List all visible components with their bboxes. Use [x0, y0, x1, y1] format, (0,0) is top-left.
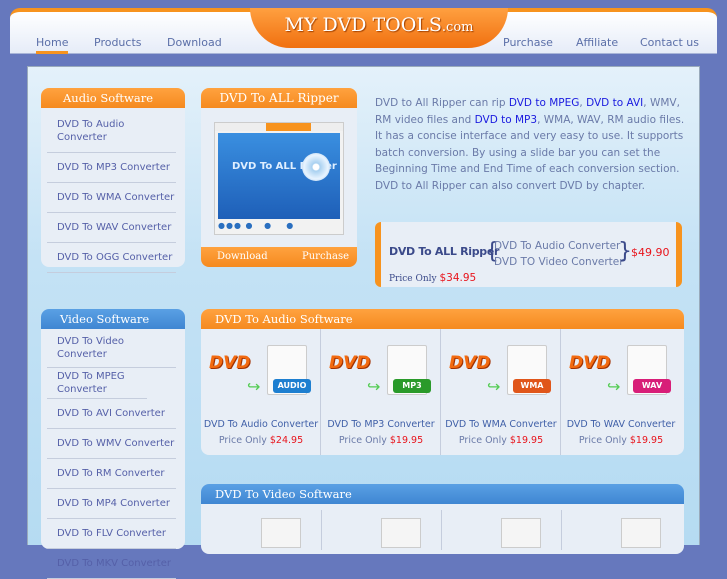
nav-affiliate[interactable]: Affiliate: [576, 36, 618, 49]
product-name-link[interactable]: DVD To WMA Converter: [441, 419, 561, 430]
sidebar-item-video[interactable]: DVD To Video Converter: [47, 329, 176, 368]
nav-home[interactable]: Home: [36, 36, 69, 54]
dvd-logo-icon: DVD: [569, 353, 611, 373]
purchase-button[interactable]: Purchase: [302, 247, 349, 267]
dvd-logo-icon: DVD: [329, 353, 371, 373]
video-sidebar-title: Video Software: [41, 309, 185, 329]
product-icon[interactable]: DVD ↪ WAV: [569, 345, 673, 405]
price-label: Price Only: [458, 435, 507, 446]
audio-software-sidebar: Audio Software DVD To Audio Converter DV…: [41, 88, 185, 273]
site-logo[interactable]: MY DVD TOOLS.com: [250, 8, 508, 48]
sidebar-item-wmv[interactable]: DVD To WMV Converter: [47, 429, 176, 459]
video-product-icon[interactable]: [501, 518, 541, 548]
price-value: $19.95: [629, 435, 664, 446]
video-software-sidebar: Video Software DVD To Video Converter DV…: [41, 309, 185, 579]
convert-arrow-icon: ↪: [607, 377, 621, 396]
ripper-screenshot[interactable]: DVD To ALL Ripper ●●● ● ● ●: [214, 122, 344, 235]
logo-suffix: .com: [441, 20, 474, 35]
video-software-section: DVD To Video Software: [201, 484, 684, 554]
price-label: Price Only: [389, 274, 437, 284]
sidebar-item-mpeg[interactable]: DVD To MPEG Converter: [47, 368, 147, 399]
price-value: $19.95: [389, 435, 424, 446]
convert-arrow-icon: ↪: [487, 377, 501, 396]
sidebar-item-wma[interactable]: DVD To WMA Converter: [47, 183, 176, 213]
convert-arrow-icon: ↪: [247, 377, 261, 396]
promo-items: DVD To Audio Converter DVD TO Video Conve…: [494, 240, 624, 268]
bundle-promo[interactable]: DVD To ALL Ripper { DVD To Audio Convert…: [375, 222, 682, 287]
product-name-link[interactable]: DVD To WAV Converter: [561, 419, 681, 430]
sidebar-item-avi[interactable]: DVD To AVI Converter: [47, 399, 176, 429]
price-label: Price Only: [218, 435, 267, 446]
link-dvd-to-mpeg[interactable]: DVD to MPEG: [509, 97, 580, 109]
video-product-icon[interactable]: [621, 518, 661, 548]
bundle-price: $49.90: [631, 246, 670, 259]
product-card: DVD ↪ WAV DVD To WAV Converter Price Only …: [561, 329, 681, 455]
ripper-title: DVD To ALL Ripper: [201, 88, 357, 108]
sidebar-item-audio[interactable]: DVD To Audio Converter: [47, 110, 176, 153]
video-product-icon[interactable]: [261, 518, 301, 548]
brace-close-icon: }: [618, 239, 632, 264]
dvd-logo-icon: DVD: [449, 353, 491, 373]
product-name-link[interactable]: DVD To Audio Converter: [201, 419, 321, 430]
promo-price: $34.95: [439, 272, 477, 284]
format-tag: WAV: [633, 379, 671, 393]
product-icon[interactable]: DVD ↪ AUDIO: [209, 345, 313, 405]
audio-sidebar-title: Audio Software: [41, 88, 185, 108]
product-icon[interactable]: DVD ↪ MP3: [329, 345, 433, 405]
nav-purchase[interactable]: Purchase: [503, 36, 553, 49]
price-label: Price Only: [338, 435, 387, 446]
link-dvd-to-mp3[interactable]: DVD to MP3: [475, 114, 537, 126]
product-card: DVD ↪ MP3 DVD To MP3 Converter Price Only …: [321, 329, 441, 455]
video-product-icon[interactable]: [381, 518, 421, 548]
promo-title: DVD To ALL Ripper: [389, 245, 500, 258]
nav-contact[interactable]: Contact us: [640, 36, 699, 49]
product-card: DVD ↪ WMA DVD To WMA Converter Price Only …: [441, 329, 561, 455]
disc-icon: [302, 153, 330, 181]
price-value: $24.95: [269, 435, 304, 446]
ripper-description: DVD to All Ripper can rip DVD to MPEG, D…: [375, 97, 685, 192]
ripper-box: DVD To ALL Ripper DVD To ALL Ripper ●●● …: [201, 88, 357, 267]
product-icon[interactable]: DVD ↪ WMA: [449, 345, 553, 405]
product-price: Price Only $24.95: [201, 435, 321, 446]
product-name-link[interactable]: DVD To MP3 Converter: [321, 419, 441, 430]
product-price: Price Only $19.95: [441, 435, 561, 446]
sidebar-item-wav[interactable]: DVD To WAV Converter: [47, 213, 176, 243]
link-dvd-to-avi[interactable]: DVD to AVI: [586, 97, 643, 109]
product-price: Price Only $19.95: [561, 435, 681, 446]
site-header: MY DVD TOOLS.com Home Products Download …: [10, 8, 717, 54]
logo-text: MY DVD TOOLS: [284, 14, 442, 36]
nav-download[interactable]: Download: [167, 36, 222, 49]
price-value: $19.95: [509, 435, 544, 446]
price-label: Price Only: [578, 435, 627, 446]
sidebar-item-ogg[interactable]: DVD To OGG Converter: [47, 243, 176, 273]
convert-arrow-icon: ↪: [367, 377, 381, 396]
format-tag: WMA: [513, 379, 551, 393]
audio-software-section: DVD To Audio Software DVD ↪ AUDIO DVD To A…: [201, 309, 684, 455]
download-button[interactable]: Download: [217, 247, 268, 267]
sidebar-item-mp4[interactable]: DVD To MP4 Converter: [47, 489, 176, 519]
sidebar-item-mkv[interactable]: DVD To MKV Converter: [47, 549, 176, 579]
format-tag: MP3: [393, 379, 431, 393]
format-tag: AUDIO: [273, 379, 311, 393]
sidebar-item-rm[interactable]: DVD To RM Converter: [47, 459, 176, 489]
video-section-title: DVD To Video Software: [201, 484, 684, 504]
dvd-logo-icon: DVD: [209, 353, 251, 373]
nav-products[interactable]: Products: [94, 36, 142, 49]
audio-section-title: DVD To Audio Software: [201, 309, 684, 329]
product-card: DVD ↪ AUDIO DVD To Audio Converter Price O…: [201, 329, 321, 455]
product-price: Price Only $19.95: [321, 435, 441, 446]
sidebar-item-mp3[interactable]: DVD To MP3 Converter: [47, 153, 176, 183]
